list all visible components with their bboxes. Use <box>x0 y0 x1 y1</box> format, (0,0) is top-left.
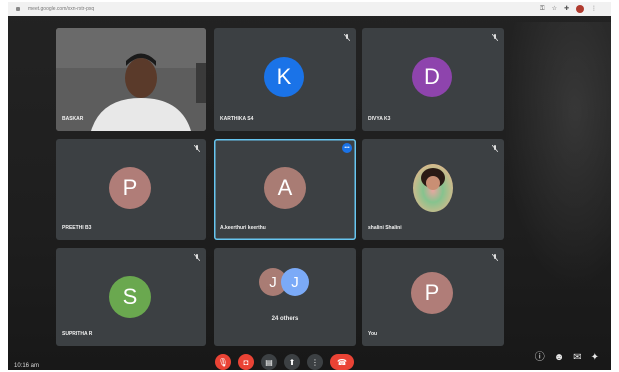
key-icon[interactable]: ⚿ <box>540 5 545 13</box>
mic-off-icon <box>194 145 200 152</box>
participant-tile-you[interactable]: P You <box>362 248 504 346</box>
participant-tile-divya[interactable]: D DIVYA K3 <box>362 28 504 131</box>
leave-call-button[interactable]: ☎ <box>330 354 354 370</box>
avatar-initial: J <box>269 273 277 291</box>
participant-name: A.keerthuri keerthu <box>220 225 266 231</box>
people-icon[interactable]: ☻ <box>554 352 565 364</box>
present-icon: ⬆ <box>288 357 296 367</box>
avatar-initial: P <box>424 280 440 305</box>
captions-button[interactable]: ▤ <box>261 354 277 370</box>
participant-name: SUPRITHA R <box>62 331 93 337</box>
browser-toolbar: ⚿ ☆ ✚ ⋮ <box>540 5 597 13</box>
activities-icon[interactable]: ✦ <box>591 352 599 364</box>
avatar-initial: J <box>291 273 299 291</box>
avatar: S <box>109 276 151 318</box>
participant-tile-preethi[interactable]: P PREETHI B3 <box>56 139 206 240</box>
mic-off-icon <box>492 34 498 41</box>
participant-tile-others[interactable]: J J 24 others <box>214 248 356 346</box>
screen-glare <box>491 22 611 322</box>
participant-name: DIVYA K3 <box>368 116 391 122</box>
avatar-initial: K <box>276 64 292 89</box>
mic-off-icon <box>194 254 200 261</box>
chat-icon[interactable]: ✉ <box>573 352 581 364</box>
more-options-button[interactable]: ⋮ <box>307 354 323 370</box>
camera-off-icon: ◘ <box>243 357 249 367</box>
info-icon[interactable]: ⓘ <box>535 352 545 364</box>
others-count: 24 others <box>271 316 299 322</box>
profile-icon[interactable] <box>576 5 584 13</box>
avatar-initial: P <box>122 175 138 200</box>
present-button[interactable]: ⬆ <box>284 354 300 370</box>
participant-name: You <box>368 331 378 337</box>
hang-up-icon: ☎ <box>337 357 347 367</box>
meet-window: meet.google.com/xxn-rxtr-pxq ⚿ ☆ ✚ ⋮ BAS… <box>8 2 611 370</box>
avatar: A <box>264 167 306 209</box>
avatar-initial: S <box>122 284 138 309</box>
participant-tile-keerthuri[interactable]: A ••• A.keerthuri keerthu <box>214 139 356 240</box>
meeting-controls: 10:16 am 🎙 ◘ ▤ ⬆ ⋮ ☎ ⓘ ☻ ✉ ✦ <box>8 348 611 370</box>
lock-icon <box>16 7 20 11</box>
mic-toggle-button[interactable]: 🎙 <box>215 354 231 370</box>
menu-dots-icon[interactable]: ⋮ <box>591 5 597 13</box>
camera-toggle-button[interactable]: ◘ <box>238 354 254 370</box>
participant-tile-shalini[interactable]: shalini Shalini <box>362 139 504 240</box>
avatar: D <box>412 57 452 97</box>
mic-off-icon <box>344 34 350 41</box>
participant-tile-karthika[interactable]: K KARTHIKA S4 <box>214 28 356 131</box>
star-icon[interactable]: ☆ <box>552 5 557 13</box>
participant-name: PREETHI B3 <box>62 225 92 231</box>
right-controls: ⓘ ☻ ✉ ✦ <box>535 352 599 364</box>
avatar: P <box>411 272 453 314</box>
mic-off-icon <box>492 145 498 152</box>
avatar: P <box>109 167 151 209</box>
mic-off-icon <box>492 254 498 261</box>
extension-icon[interactable]: ✚ <box>564 5 569 13</box>
more-vert-icon: ⋮ <box>311 357 319 367</box>
participant-name: shalini Shalini <box>368 225 402 231</box>
participant-tile-supritha[interactable]: S SUPRITHA R <box>56 248 206 346</box>
browser-address-bar[interactable]: meet.google.com/xxn-rxtr-pxq ⚿ ☆ ✚ ⋮ <box>8 2 611 16</box>
avatar-initial: D <box>424 64 440 89</box>
mic-off-icon: 🎙 <box>217 357 229 367</box>
avatar-initial: A <box>277 175 293 200</box>
captions-icon: ▤ <box>265 357 273 367</box>
participant-tile-baskar[interactable]: BASKAR <box>56 28 206 131</box>
avatar: J <box>281 268 309 296</box>
avatar: K <box>264 57 304 97</box>
speaking-indicator-icon: ••• <box>342 143 352 153</box>
participant-name: KARTHIKA S4 <box>220 116 254 122</box>
participant-name: BASKAR <box>62 116 84 122</box>
profile-photo <box>413 164 453 212</box>
meeting-time: 10:16 am <box>14 363 40 369</box>
url-text[interactable]: meet.google.com/xxn-rxtr-pxq <box>28 6 94 12</box>
